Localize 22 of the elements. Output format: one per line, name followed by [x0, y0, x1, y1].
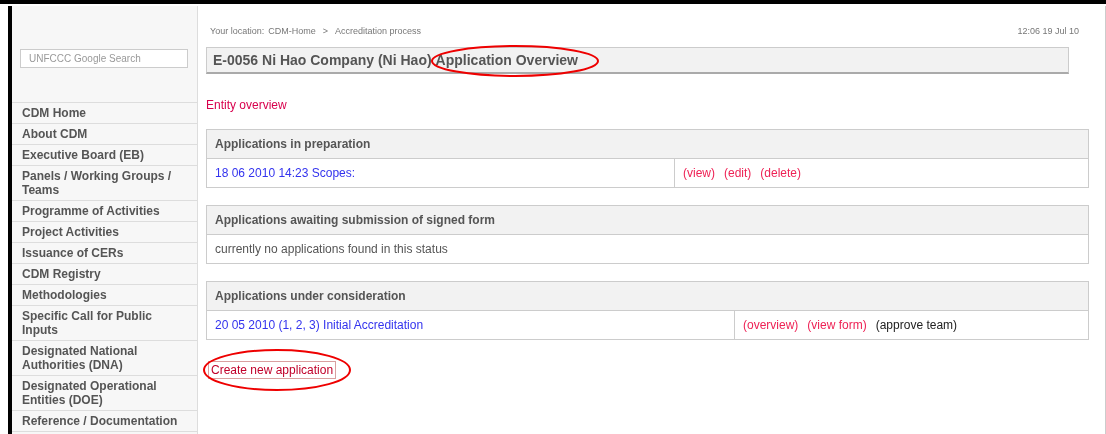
application-link[interactable]: 20 05 2010 (1, 2, 3) Initial Accreditation	[215, 318, 424, 332]
panel-header: Applications in preparation	[207, 130, 1088, 159]
panel-header: Applications awaiting submission of signed form	[207, 206, 1088, 235]
action-link[interactable]: (edit)	[724, 166, 752, 180]
search-field[interactable]: UNFCCC Google Search	[20, 49, 188, 68]
entity-overview-link[interactable]: Entity overview	[206, 98, 287, 112]
action-text: (approve team)	[875, 318, 958, 332]
breadcrumb-link[interactable]: CDM-Home	[268, 26, 316, 36]
timestamp: 12:06 19 Jul 10	[1017, 26, 1079, 36]
action-link[interactable]: (view form)	[807, 318, 867, 332]
create-application-button[interactable]: Create new application	[208, 361, 337, 379]
breadcrumb-label: Your location:	[210, 26, 265, 36]
breadcrumb-separator: >	[322, 26, 328, 36]
action-link[interactable]: (delete)	[760, 166, 802, 180]
action-link[interactable]: (view)	[683, 166, 715, 180]
application-link[interactable]: 18 06 2010 14:23 Scopes:	[215, 166, 356, 180]
page-title: Application Overview	[435, 52, 578, 68]
entity-title: E-0056 Ni Hao Company (Ni Hao)	[213, 52, 432, 68]
action-link[interactable]: (overview)	[743, 318, 799, 332]
panel-header: Applications under consideration	[207, 282, 1088, 311]
empty-message: currently no applications found in this status	[215, 242, 448, 256]
breadcrumb-link[interactable]: Accreditation process	[335, 26, 422, 36]
